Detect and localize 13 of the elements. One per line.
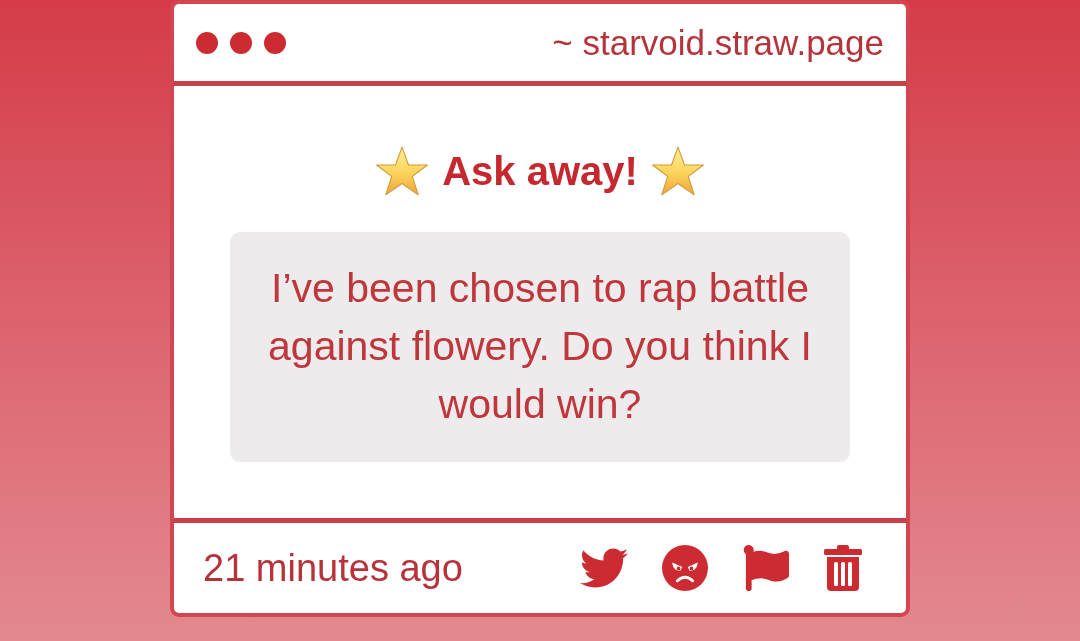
window-dot-icon xyxy=(196,31,218,54)
trash-icon[interactable] xyxy=(824,545,862,591)
star-icon xyxy=(651,146,704,196)
site-address: ~ starvoid.straw.page xyxy=(552,22,884,63)
angry-face-icon[interactable] xyxy=(662,545,708,591)
star-icon xyxy=(376,146,429,196)
flag-icon[interactable] xyxy=(742,545,790,591)
window-dot-icon xyxy=(230,31,252,54)
bird-icon[interactable] xyxy=(580,548,628,588)
timestamp: 21 minutes ago xyxy=(203,546,463,590)
question-text: I’ve been chosen to rap battle against flowery. Do you think I would win? xyxy=(230,232,850,462)
prompt-title: Ask away! xyxy=(442,148,638,194)
window-dot-icon xyxy=(264,31,286,54)
